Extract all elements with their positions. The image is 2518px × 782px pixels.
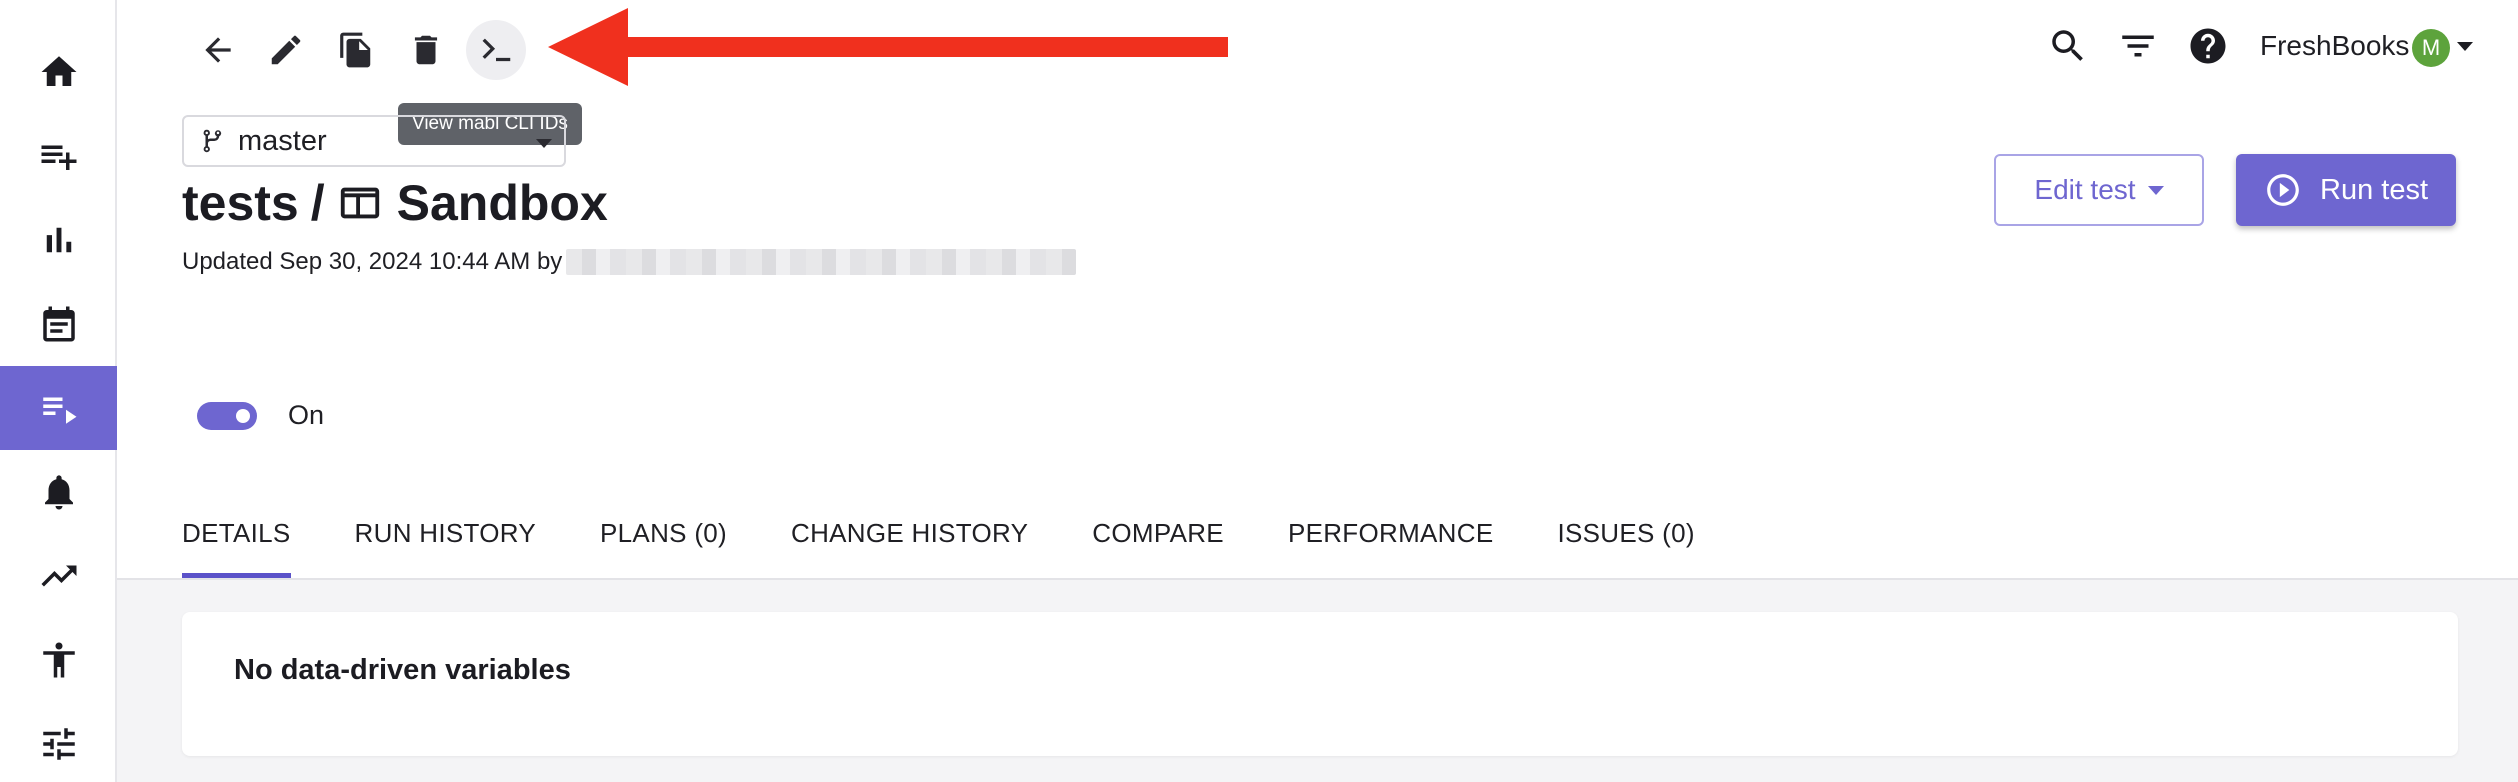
branch-name: master: [238, 124, 327, 157]
sidebar-item-notifications[interactable]: [0, 450, 117, 534]
account-menu-caret[interactable]: [2457, 42, 2473, 51]
tab-bar: DETAILS RUN HISTORY PLANS (0) CHANGE HIS…: [182, 488, 1759, 578]
search-icon: [2052, 30, 2083, 61]
toggle-label: On: [288, 400, 325, 430]
empty-variables-message: No data-driven variables: [234, 654, 571, 686]
sidebar-item-home[interactable]: [0, 30, 117, 114]
git-branch-icon: [203, 129, 222, 153]
updated-text: Updated Sep 30, 2024 10:44 AM by: [182, 248, 563, 275]
chevron-down-icon: [536, 139, 552, 148]
help-icon: [2190, 28, 2226, 64]
home-icon: [41, 56, 76, 86]
run-test-label: Run test: [2320, 173, 2428, 206]
tab-performance[interactable]: PERFORMANCE: [1288, 488, 1494, 578]
enabled-toggle[interactable]: [197, 402, 257, 430]
calendar-icon: [42, 306, 75, 342]
tune-icon: [42, 728, 75, 760]
search-button[interactable]: [2044, 22, 2092, 70]
sidebar-item-tests[interactable]: [0, 366, 117, 450]
tab-issues[interactable]: ISSUES (0): [1557, 488, 1694, 578]
sidebar: [0, 0, 117, 782]
page-title: tests / Sandbox: [182, 172, 608, 234]
sidebar-item-new-test[interactable]: [0, 114, 117, 198]
sidebar-item-settings[interactable]: [0, 702, 117, 782]
sidebar-item-accessibility[interactable]: [0, 618, 117, 702]
trending-up-icon: [41, 565, 76, 587]
tab-compare[interactable]: COMPARE: [1092, 488, 1224, 578]
avatar[interactable]: M: [2412, 29, 2450, 67]
run-test-button[interactable]: Run test: [2236, 154, 2456, 226]
bell-icon: [44, 475, 73, 510]
filter-icon: [2122, 35, 2154, 57]
chevron-down-icon: [2147, 185, 2164, 195]
back-button[interactable]: [188, 20, 248, 80]
tab-run-history[interactable]: RUN HISTORY: [355, 488, 536, 578]
annotation-arrow: [548, 8, 1228, 86]
copy-icon: [340, 32, 371, 68]
edit-test-label: Edit test: [2034, 174, 2136, 205]
back-arrow-icon: [205, 37, 231, 63]
test-list-icon: [42, 397, 76, 424]
bar-chart-icon: [46, 227, 71, 253]
tab-plans[interactable]: PLANS (0): [600, 488, 727, 578]
cli-ids-button[interactable]: [466, 20, 526, 80]
branch-selector[interactable]: master: [182, 115, 566, 167]
edit-button[interactable]: [256, 20, 316, 80]
org-name[interactable]: FreshBooks: [2260, 30, 2409, 62]
help-button[interactable]: [2184, 22, 2232, 70]
play-circle-icon: [2267, 174, 2299, 206]
tab-change-history[interactable]: CHANGE HISTORY: [791, 488, 1028, 578]
tab-details[interactable]: DETAILS: [182, 488, 291, 578]
delete-icon: [414, 35, 438, 65]
filter-button[interactable]: [2114, 22, 2162, 70]
sidebar-item-plans[interactable]: [0, 282, 117, 366]
redacted-author: [566, 249, 1077, 275]
updated-info: Updated Sep 30, 2024 10:44 AM by: [182, 248, 1077, 276]
breadcrumb-separator: /: [310, 175, 325, 231]
test-name: Sandbox: [396, 175, 608, 231]
delete-button[interactable]: [396, 20, 456, 80]
duplicate-button[interactable]: [326, 20, 386, 80]
browser-test-icon: [340, 187, 379, 219]
sidebar-item-results[interactable]: [0, 198, 117, 282]
terminal-icon: [482, 38, 511, 62]
edit-test-button[interactable]: Edit test: [1994, 154, 2204, 226]
breadcrumb-tests[interactable]: tests: [182, 174, 299, 232]
sidebar-item-insights[interactable]: [0, 534, 117, 618]
accessibility-icon: [42, 642, 75, 678]
edit-icon: [271, 35, 301, 65]
playlist-add-icon: [41, 145, 76, 170]
variables-card: No data-driven variables: [182, 612, 2458, 756]
